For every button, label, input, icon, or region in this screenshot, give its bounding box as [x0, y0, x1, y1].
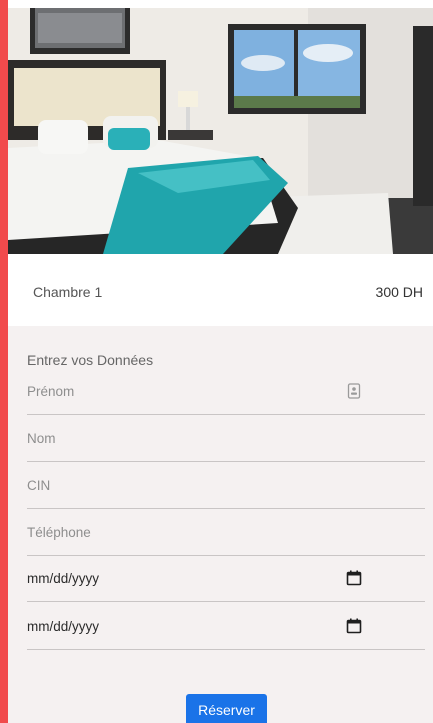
date-end-field[interactable]: mm/dd/yyyy	[27, 603, 425, 650]
room-info: Chambre 1 300 DH	[8, 254, 433, 326]
date-end-value: mm/dd/yyyy	[27, 619, 100, 634]
telephone-field[interactable]: Téléphone	[27, 509, 425, 556]
date-start-field[interactable]: mm/dd/yyyy	[27, 555, 425, 602]
cin-placeholder: CIN	[27, 478, 51, 493]
room-price: 300 DH	[375, 284, 423, 300]
calendar-icon[interactable]	[345, 569, 363, 587]
reservation-form: Entrez vos Données Prénom Nom CIN Téléph…	[8, 326, 433, 723]
reserve-button[interactable]: Réserver	[186, 694, 267, 723]
calendar-icon[interactable]	[345, 617, 363, 635]
prenom-field[interactable]: Prénom	[27, 368, 425, 415]
left-accent-bar	[0, 0, 8, 723]
room-name: Chambre 1	[33, 284, 103, 300]
telephone-placeholder: Téléphone	[27, 525, 91, 540]
cin-field[interactable]: CIN	[27, 462, 425, 509]
form-heading: Entrez vos Données	[27, 352, 154, 368]
nom-placeholder: Nom	[27, 431, 56, 446]
nom-field[interactable]: Nom	[27, 415, 425, 462]
room-photo	[8, 8, 433, 254]
prenom-placeholder: Prénom	[27, 384, 75, 399]
date-start-value: mm/dd/yyyy	[27, 571, 100, 586]
contact-card-icon	[345, 382, 363, 400]
